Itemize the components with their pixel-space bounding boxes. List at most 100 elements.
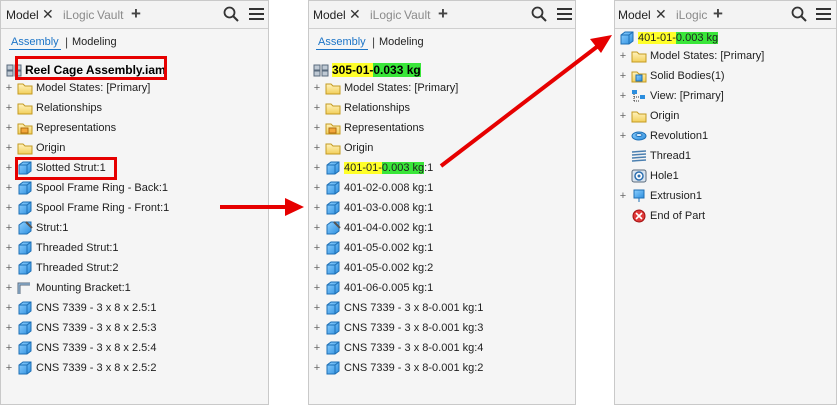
expand-icon[interactable]: + — [4, 222, 14, 234]
search-icon[interactable] — [531, 6, 547, 25]
tree-item[interactable]: + CNS 7339 - 3 x 8-0.001 kg:1 — [312, 299, 483, 317]
menu-icon[interactable] — [557, 7, 572, 24]
add-tab-icon[interactable]: + — [713, 4, 723, 24]
tree-item[interactable]: + Model States: [Primary] — [312, 79, 458, 97]
expand-icon[interactable]: + — [4, 342, 14, 354]
expand-icon[interactable]: + — [312, 222, 322, 234]
search-icon[interactable] — [791, 6, 807, 25]
expand-icon[interactable]: + — [618, 90, 628, 102]
tree-root[interactable]: 401-01-0.003 kg — [619, 29, 719, 47]
expand-icon[interactable]: + — [312, 242, 322, 254]
expand-icon[interactable]: + — [312, 262, 322, 274]
tree-item[interactable]: + View: [Primary] — [618, 87, 724, 105]
tab-ilogic[interactable]: iLogic — [370, 8, 401, 22]
expand-icon[interactable]: + — [312, 162, 322, 174]
expand-icon[interactable]: + — [4, 142, 14, 154]
tree-item[interactable]: + Model States: [Primary] — [4, 79, 150, 97]
tree-item[interactable]: +401-05-0.002 kg:2 — [312, 259, 433, 277]
expand-icon[interactable]: + — [4, 102, 14, 114]
expand-icon[interactable]: + — [4, 162, 14, 174]
tree-item[interactable]: + Threaded Strut:2 — [4, 259, 119, 277]
expand-icon[interactable]: + — [4, 322, 14, 334]
tree-item[interactable]: +401-02-0.008 kg:1 — [312, 179, 433, 197]
tree-item[interactable]: + Solid Bodies(1) — [618, 67, 725, 85]
tree-item[interactable]: +401-05-0.002 kg:1 — [312, 239, 433, 257]
expand-icon[interactable]: + — [4, 82, 14, 94]
tree-root[interactable]: 305-01-0.033 kg — [313, 61, 421, 79]
tab-ilogic[interactable]: iLogic — [63, 8, 94, 22]
tree-item[interactable]: + Origin — [4, 139, 65, 157]
expand-icon[interactable]: + — [312, 322, 322, 334]
tree-item[interactable]: + CNS 7339 - 3 x 8-0.001 kg:3 — [312, 319, 483, 337]
expand-icon[interactable]: + — [312, 122, 322, 134]
subtab-modeling[interactable]: Modeling — [72, 36, 117, 48]
tab-model[interactable]: Model — [6, 8, 39, 22]
scrollbar[interactable] — [262, 29, 268, 404]
expand-icon[interactable]: + — [312, 302, 322, 314]
tree-item[interactable]: + Representations — [312, 119, 424, 137]
tree-item[interactable]: + CNS 7339 - 3 x 8 x 2.5:4 — [4, 339, 156, 357]
menu-icon[interactable] — [816, 7, 831, 24]
expand-icon[interactable]: + — [4, 202, 14, 214]
tree-item[interactable]: + CNS 7339 - 3 x 8-0.001 kg:4 — [312, 339, 483, 357]
tree-item[interactable]: +401-03-0.008 kg:1 — [312, 199, 433, 217]
tab-vault[interactable]: Vault — [404, 8, 430, 22]
expand-icon[interactable]: + — [618, 70, 628, 82]
tree-item[interactable]: End of Part — [618, 207, 705, 225]
tree-item[interactable]: + Threaded Strut:1 — [4, 239, 119, 257]
tree-item[interactable]: Hole1 — [618, 167, 679, 185]
tree-item[interactable]: + Relationships — [312, 99, 410, 117]
tree-item[interactable]: + CNS 7339 - 3 x 8 x 2.5:2 — [4, 359, 156, 377]
tree-item[interactable]: + Extrusion1 — [618, 187, 702, 205]
expand-icon[interactable]: + — [312, 82, 322, 94]
tab-vault[interactable]: Vault — [97, 8, 123, 22]
expand-icon[interactable]: + — [312, 102, 322, 114]
expand-icon[interactable]: + — [4, 282, 14, 294]
subtab-modeling[interactable]: Modeling — [379, 36, 424, 48]
tab-model[interactable]: Model — [618, 8, 651, 22]
scrollbar[interactable] — [569, 29, 575, 404]
subtab-assembly[interactable]: Assembly — [9, 36, 61, 50]
tree-item[interactable]: + Spool Frame Ring - Front:1 — [4, 199, 169, 217]
tree-item[interactable]: +401-04-0.002 kg:1 — [312, 219, 433, 237]
tree-item[interactable]: + Mounting Bracket:1 — [4, 279, 131, 297]
menu-icon[interactable] — [249, 7, 264, 24]
tab-ilogic[interactable]: iLogic — [676, 8, 707, 22]
scrollbar[interactable] — [830, 29, 836, 404]
add-tab-icon[interactable]: + — [131, 4, 141, 24]
expand-icon[interactable]: + — [618, 190, 628, 202]
expand-icon[interactable]: + — [4, 242, 14, 254]
expand-icon[interactable]: + — [312, 362, 322, 374]
expand-icon[interactable]: + — [618, 50, 628, 62]
expand-icon[interactable]: + — [312, 202, 322, 214]
expand-icon[interactable]: + — [4, 122, 14, 134]
tree-item[interactable]: + Model States: [Primary] — [618, 47, 764, 65]
tree-item[interactable]: + CNS 7339 - 3 x 8 x 2.5:3 — [4, 319, 156, 337]
tree-item[interactable]: + Strut:1 — [4, 219, 68, 237]
expand-icon[interactable]: + — [4, 262, 14, 274]
tree-item[interactable]: + Origin — [618, 107, 679, 125]
expand-icon[interactable]: + — [4, 302, 14, 314]
expand-icon[interactable]: + — [312, 142, 322, 154]
tree-item[interactable]: +401-01-0.003 kg:1 — [312, 159, 433, 177]
tab-model[interactable]: Model — [313, 8, 346, 22]
close-icon[interactable]: ✕ — [655, 6, 667, 23]
tree-item[interactable]: + CNS 7339 - 3 x 8 x 2.5:1 — [4, 299, 156, 317]
tree-item[interactable]: + Origin — [312, 139, 373, 157]
expand-icon[interactable]: + — [312, 342, 322, 354]
expand-icon[interactable]: + — [618, 130, 628, 142]
expand-icon[interactable]: + — [312, 282, 322, 294]
expand-icon[interactable]: + — [4, 362, 14, 374]
tree-item[interactable]: +401-06-0.005 kg:1 — [312, 279, 433, 297]
expand-icon[interactable]: + — [4, 182, 14, 194]
search-icon[interactable] — [223, 6, 239, 25]
close-icon[interactable]: ✕ — [349, 6, 361, 23]
tree-item[interactable]: + CNS 7339 - 3 x 8-0.001 kg:2 — [312, 359, 483, 377]
tree-item[interactable]: + Spool Frame Ring - Back:1 — [4, 179, 168, 197]
tree-item[interactable]: + Representations — [4, 119, 116, 137]
close-icon[interactable]: ✕ — [42, 6, 54, 23]
tree-item[interactable]: + Relationships — [4, 99, 102, 117]
expand-icon[interactable]: + — [312, 182, 322, 194]
tree-item[interactable]: + Revolution1 — [618, 127, 708, 145]
subtab-assembly[interactable]: Assembly — [316, 36, 368, 50]
